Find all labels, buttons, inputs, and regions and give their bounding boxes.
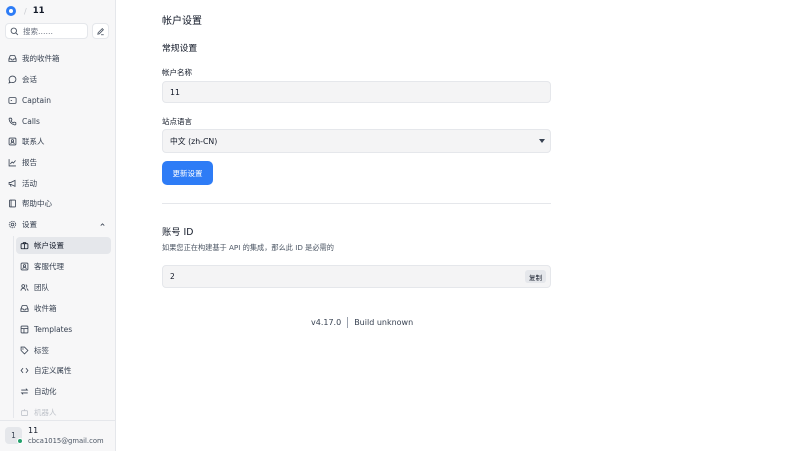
sidebar-item-campaigns[interactable]: 活动	[3, 175, 111, 192]
sidebar-item-label: 帐户设置	[34, 241, 64, 250]
code-icon	[20, 367, 29, 374]
book-icon	[9, 199, 16, 208]
sidebar-item-calls[interactable]: Calls	[3, 113, 111, 130]
compose-icon	[97, 27, 104, 35]
captain-icon	[8, 97, 17, 104]
sidebar-item-label: Calls	[22, 117, 40, 126]
chat-bubble-icon	[8, 75, 17, 84]
caret-down-icon	[539, 139, 545, 143]
bot-icon	[21, 409, 28, 416]
sidebar-item-label: Templates	[34, 325, 73, 334]
search-input[interactable]	[23, 26, 87, 36]
sidebar-item-captain[interactable]: Captain	[3, 92, 111, 109]
template-icon	[20, 325, 29, 334]
sidebar-item-label: 自动化	[34, 387, 57, 396]
briefcase-icon	[20, 242, 29, 250]
sidebar-item-inboxes[interactable]: 收件箱	[16, 300, 111, 317]
sidebar-item-automation[interactable]: 自动化	[16, 383, 111, 400]
sidebar-item-reports[interactable]: 报告	[3, 154, 111, 171]
sidebar-item-labels[interactable]: 标签	[16, 342, 111, 359]
search-box[interactable]	[5, 23, 88, 39]
sidebar-item-conversations[interactable]: 会话	[3, 71, 111, 88]
search-icon	[10, 27, 19, 35]
inbox-icon	[20, 305, 29, 312]
account-name-input[interactable]	[162, 81, 551, 103]
sidebar-item-templates[interactable]: Templates	[16, 321, 111, 338]
account-id-value: 2	[170, 272, 175, 281]
copy-button[interactable]: 复制	[525, 270, 546, 283]
sidebar-item-label: 联系人	[22, 137, 45, 146]
sidebar-item-label: 活动	[22, 179, 37, 188]
site-language-value: 中文 (zh-CN)	[170, 136, 218, 146]
phone-icon	[8, 117, 17, 126]
automation-arrows-icon	[20, 388, 29, 395]
section-divider	[162, 203, 551, 204]
agent-card-icon	[20, 262, 29, 271]
account-id-field: 2 复制	[162, 265, 551, 288]
update-settings-button[interactable]: 更新设置	[162, 161, 213, 185]
sidebar-item-teams[interactable]: 团队	[16, 279, 111, 296]
general-settings-title: 常规设置	[162, 44, 198, 54]
build-info: Build unknown	[354, 318, 414, 327]
user-name: 11	[28, 426, 39, 435]
sidebar-item-label: 自定义属性	[34, 366, 72, 375]
user-email: cbca1015@gmail.com	[28, 437, 104, 445]
sidebar-item-label: 机器人	[34, 408, 57, 417]
site-language-label: 站点语言	[162, 117, 192, 126]
account-id-title: 账号 ID	[162, 227, 194, 238]
chart-icon	[8, 159, 16, 167]
online-status-dot	[17, 438, 23, 444]
main-content: 帐户设置 常规设置 帐户名称 站点语言 中文 (zh-CN) 更新设置 账号 I…	[116, 0, 800, 451]
sidebar-item-label: 设置	[22, 220, 37, 229]
sidebar-item-label: Captain	[22, 96, 51, 105]
sidebar-item-custom-attributes[interactable]: 自定义属性	[16, 362, 111, 379]
sidebar-item-label: 客服代理	[34, 262, 64, 271]
sidebar-item-account-settings[interactable]: 帐户设置	[16, 237, 111, 254]
contact-card-icon	[8, 137, 17, 146]
account-name: 11	[32, 6, 45, 16]
version-number: v4.17.0	[311, 318, 342, 327]
page-title: 帐户设置	[162, 16, 202, 27]
sidebar-item-label: 我的收件箱	[22, 54, 60, 63]
sidebar-item-settings[interactable]: 设置	[3, 216, 111, 233]
sidebar-item-inbox[interactable]: 我的收件箱	[3, 50, 111, 67]
account-name-label: 帐户名称	[162, 68, 192, 77]
user-profile-menu[interactable]: 1 11 cbca1015@gmail.com	[0, 420, 115, 451]
sidebar-item-label: 团队	[34, 283, 49, 292]
inbox-icon	[8, 55, 17, 62]
gear-icon	[8, 220, 17, 229]
sidebar-item-bots[interactable]: 机器人	[16, 404, 111, 421]
version-footer: v4.17.0 Build unknown	[311, 317, 413, 328]
sidebar: / 11 我的收件箱 会话 Captain Calls 联系人 报告 活动 帮助…	[0, 0, 116, 451]
tag-icon	[20, 346, 29, 355]
chevron-up-icon[interactable]	[99, 221, 106, 228]
sidebar-item-agents[interactable]: 客服代理	[16, 258, 111, 275]
settings-submenu-line	[13, 236, 14, 418]
chatwoot-logo-icon	[6, 6, 16, 16]
account-switcher[interactable]: / 11	[6, 4, 45, 18]
sidebar-item-label: 报告	[22, 158, 37, 167]
sidebar-item-help-center[interactable]: 帮助中心	[3, 195, 111, 212]
brand-separator: /	[24, 6, 27, 16]
sidebar-item-contacts[interactable]: 联系人	[3, 133, 111, 150]
users-icon	[20, 284, 29, 291]
megaphone-icon	[8, 179, 16, 188]
sidebar-item-label: 会话	[22, 75, 37, 84]
account-id-description: 如果您正在构建基于 API 的集成，那么此 ID 是必需的	[162, 243, 334, 252]
version-separator	[347, 317, 349, 328]
sidebar-item-label: 收件箱	[34, 304, 57, 313]
site-language-select[interactable]: 中文 (zh-CN)	[162, 129, 551, 153]
sidebar-item-label: 标签	[34, 346, 49, 355]
compose-button[interactable]	[92, 23, 109, 39]
sidebar-item-label: 帮助中心	[22, 199, 52, 208]
